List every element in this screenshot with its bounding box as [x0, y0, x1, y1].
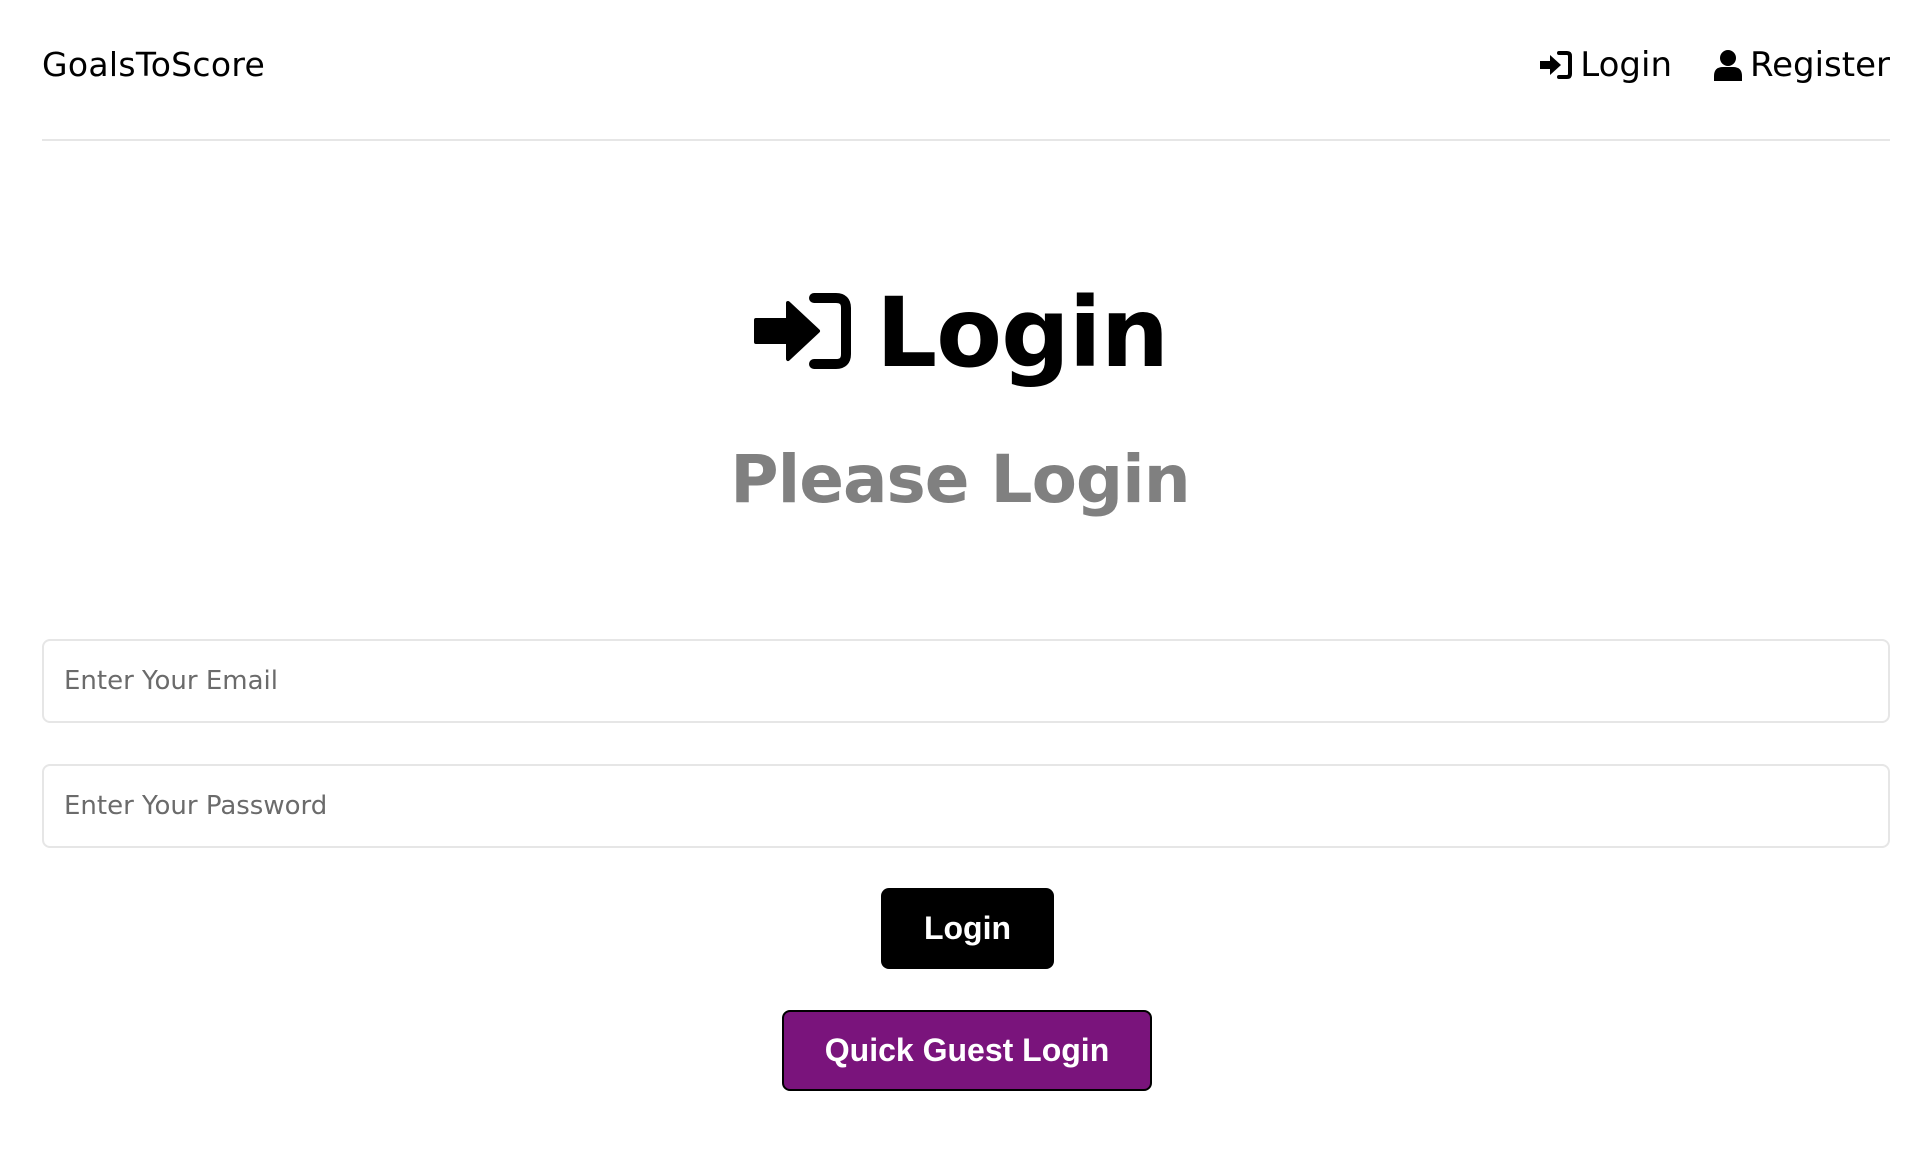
page-title: Login	[875, 277, 1169, 389]
nav-register-label: Register	[1750, 45, 1890, 85]
password-input[interactable]	[42, 764, 1890, 848]
brand-link[interactable]: GoalsToScore	[42, 44, 265, 86]
nav-login-label: Login	[1580, 45, 1673, 85]
sign-in-icon	[1538, 50, 1573, 80]
quick-guest-login-button[interactable]: Quick Guest Login	[782, 1010, 1152, 1091]
nav-login-link[interactable]: Login	[1538, 44, 1672, 86]
email-input[interactable]	[42, 639, 1890, 723]
login-page: GoalsToScore Login Register Login Please…	[0, 0, 1920, 1176]
top-navbar: GoalsToScore Login Register	[42, 0, 1890, 141]
nav-register-link[interactable]: Register	[1714, 44, 1890, 86]
page-heading: Login	[0, 278, 1920, 388]
sign-in-icon	[752, 291, 852, 375]
page-subtitle: Please Login	[730, 441, 1191, 518]
login-button[interactable]: Login	[881, 888, 1054, 969]
nav-links: Login Register	[1538, 44, 1890, 86]
user-icon	[1714, 49, 1743, 81]
